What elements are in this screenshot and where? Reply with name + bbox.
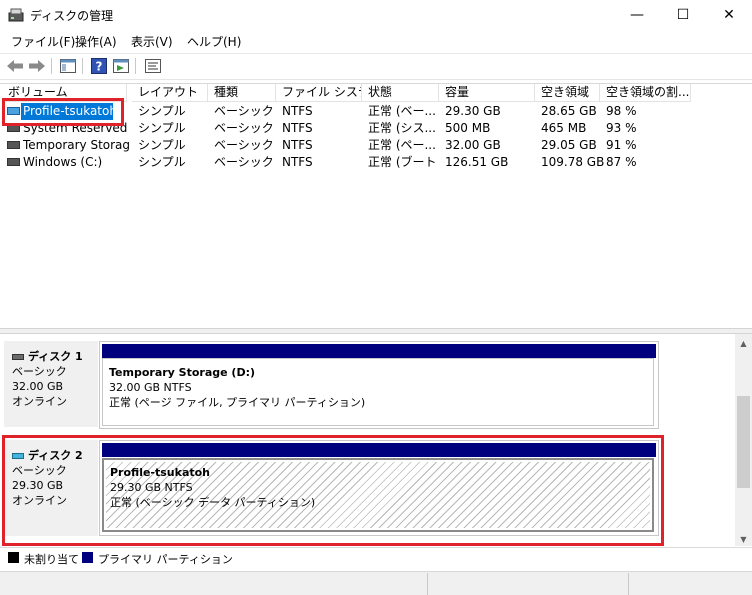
column-header-status[interactable]: 状態 (362, 84, 439, 102)
volume-name[interactable]: Temporary Storag... (23, 137, 131, 154)
partition-status: 正常 (ページ ファイル, プライマリ パーティション) (109, 396, 366, 409)
disk-1-label[interactable]: ディスク 1 ベーシック 32.00 GB オンライン (4, 341, 98, 427)
legend-unallocated-swatch (8, 552, 19, 563)
volume-type: ベーシック (214, 104, 274, 118)
maximize-button[interactable]: ☐ (660, 0, 706, 30)
help-icon[interactable]: ? (89, 57, 109, 75)
highlight-box-disk (2, 435, 664, 546)
volume-capacity: 32.00 GB (445, 138, 501, 152)
volume-free-percent: 93 % (606, 121, 637, 135)
volume-type: ベーシック (214, 155, 274, 169)
volume-free: 29.05 GB (541, 138, 597, 152)
volume-free-percent: 98 % (606, 104, 637, 118)
volume-icon (7, 158, 20, 166)
volume-free: 28.65 GB (541, 104, 597, 118)
menu-action[interactable]: 操作(A) (75, 33, 117, 50)
back-arrow-icon[interactable] (5, 57, 25, 75)
window-title: ディスクの管理 (30, 9, 114, 23)
volume-layout: シンプル (138, 155, 186, 169)
svg-text:?: ? (96, 60, 103, 74)
volume-icon (7, 141, 20, 149)
scroll-down-arrow-icon[interactable]: ▼ (735, 532, 752, 546)
properties-icon[interactable] (143, 57, 163, 75)
status-bar (0, 571, 752, 595)
volume-free-percent: 87 % (606, 155, 637, 169)
disk-size: 32.00 GB (12, 380, 64, 393)
console-tree-icon[interactable] (58, 57, 78, 75)
disk-state: オンライン (12, 395, 67, 408)
column-header-capacity[interactable]: 容量 (439, 84, 535, 102)
menu-file[interactable]: ファイル(F) (11, 33, 75, 50)
partition-name: Temporary Storage (D:) (109, 366, 256, 379)
menu-view[interactable]: 表示(V) (131, 33, 173, 50)
volume-layout: シンプル (138, 121, 186, 135)
volume-name[interactable]: Windows (C:) (23, 154, 131, 171)
legend-primary-swatch (82, 552, 93, 563)
volume-free: 109.78 GB (541, 155, 605, 169)
volume-capacity: 29.30 GB (445, 104, 501, 118)
scroll-up-arrow-icon[interactable]: ▲ (735, 336, 752, 350)
show-pane-icon[interactable] (111, 57, 131, 75)
legend-unallocated-label: 未割り当て (24, 553, 79, 566)
disk-management-app-icon (8, 8, 24, 22)
partition-color-bar (102, 344, 656, 358)
volume-free-percent: 91 % (606, 138, 637, 152)
highlight-box-volume (2, 98, 124, 126)
close-button[interactable]: ✕ (706, 0, 752, 30)
volume-layout: シンプル (138, 104, 186, 118)
volume-capacity: 126.51 GB (445, 155, 509, 169)
volume-type: ベーシック (214, 138, 274, 152)
menu-help[interactable]: ヘルプ(H) (187, 33, 241, 50)
legend-primary-label: プライマリ パーティション (98, 553, 233, 566)
column-header-free-percent[interactable]: 空き領域の割... (600, 84, 691, 102)
disk-icon (12, 353, 24, 360)
volume-capacity: 500 MB (445, 121, 491, 135)
volume-status: 正常 (ペー... (368, 138, 436, 152)
volume-free: 465 MB (541, 121, 587, 135)
volume-fs: NTFS (282, 104, 313, 118)
disk-name: ディスク 1 (28, 350, 83, 363)
column-header-layout[interactable]: レイアウト (132, 84, 208, 102)
volume-fs: NTFS (282, 138, 313, 152)
volume-status: 正常 (ベー... (368, 104, 436, 118)
column-header-type[interactable]: 種類 (208, 84, 276, 102)
column-header-free-space[interactable]: 空き領域 (535, 84, 600, 102)
volume-layout: シンプル (138, 138, 186, 152)
scrollbar-thumb[interactable] (737, 396, 750, 488)
volume-fs: NTFS (282, 155, 313, 169)
disk-1-partition[interactable]: Temporary Storage (D:) 32.00 GB NTFS 正常 … (99, 341, 659, 429)
volume-status: 正常 (シス... (368, 121, 436, 135)
volume-type: ベーシック (214, 121, 274, 135)
volume-status: 正常 (ブート... (368, 155, 436, 169)
volume-fs: NTFS (282, 121, 313, 135)
partition-size-fs: 32.00 GB NTFS (109, 381, 192, 394)
disk-type: ベーシック (12, 365, 67, 378)
forward-arrow-icon[interactable] (27, 57, 47, 75)
minimize-button[interactable]: — (614, 0, 660, 30)
column-header-filesystem[interactable]: ファイル システム (276, 84, 362, 102)
